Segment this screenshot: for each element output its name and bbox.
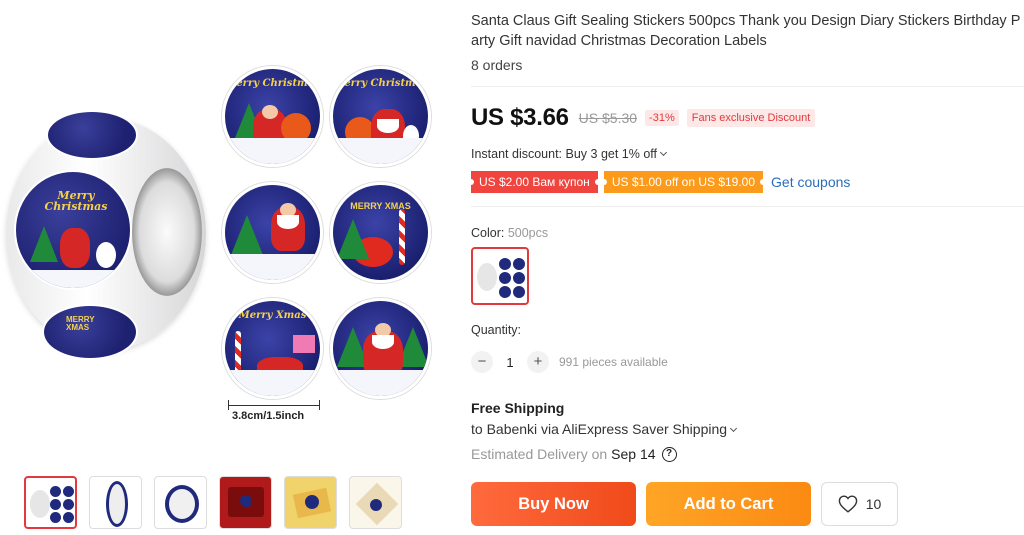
product-title: Santa Claus Gift Sealing Stickers 500pcs… xyxy=(471,13,1021,49)
color-swatch-500pcs[interactable] xyxy=(471,247,529,305)
color-value: 500pcs xyxy=(507,226,549,240)
original-price: US $5.30 xyxy=(578,110,638,126)
wishlist-count: 10 xyxy=(865,496,882,512)
instant-discount[interactable]: Instant discount: Buy 3 get 1% off xyxy=(471,147,668,161)
divider xyxy=(471,86,1024,87)
fans-discount-badge: Fans exclusive Discount xyxy=(686,109,816,127)
order-count: 8 orders xyxy=(471,57,523,73)
thumbnail-4[interactable] xyxy=(219,476,272,529)
product-page: Merry Christmas MERRY XMAS Merry Christm… xyxy=(0,0,1024,535)
price-row: US $3.66 US $5.30 -31% Fans exclusive Di… xyxy=(471,104,816,132)
divider xyxy=(471,206,1024,207)
discount-badge: -31% xyxy=(645,110,679,126)
shipping-method[interactable]: to Babenki via AliExpress Saver Shipping xyxy=(471,421,738,437)
size-label: 3.8cm/1.5inch xyxy=(232,410,305,422)
buy-now-button[interactable]: Buy Now xyxy=(471,482,636,526)
sticker-design-3 xyxy=(222,182,323,283)
thumbnail-5[interactable] xyxy=(284,476,337,529)
estimated-delivery: Estimated Delivery on Sep 14 ? xyxy=(471,446,677,462)
thumbnail-strip xyxy=(24,476,402,529)
coupon-rub[interactable]: US $2.00 Вам купон xyxy=(468,171,601,193)
sticker-design-5: Merry Xmas xyxy=(222,298,323,399)
add-to-cart-button[interactable]: Add to Cart xyxy=(646,482,811,526)
coupon-row: US $2.00 Вам купон US $1.00 off on US $1… xyxy=(468,171,850,193)
heart-icon xyxy=(838,495,857,513)
sticker-design-1: Merry Christmas xyxy=(222,66,323,167)
help-icon[interactable]: ? xyxy=(661,446,677,462)
thumbnail-6[interactable] xyxy=(349,476,402,529)
thumbnail-2[interactable] xyxy=(89,476,142,529)
roll-bottom-text: MERRY XMAS xyxy=(66,315,95,332)
quantity-plus-button[interactable]: + xyxy=(527,351,549,373)
quantity-input[interactable]: 1 xyxy=(493,355,527,370)
quantity-minus-button[interactable]: − xyxy=(471,351,493,373)
thumbnail-3[interactable] xyxy=(154,476,207,529)
wishlist-button[interactable]: 10 xyxy=(821,482,898,526)
roll-sticker-text: Merry Christmas xyxy=(44,189,108,213)
sticker-design-4: MERRY XMAS xyxy=(330,182,431,283)
chevron-down-icon xyxy=(730,424,738,433)
main-product-image[interactable]: Merry Christmas MERRY XMAS Merry Christm… xyxy=(0,0,450,462)
sticker-design-2: Merry Christmas xyxy=(330,66,431,167)
sticker-design-6 xyxy=(330,298,431,399)
current-price: US $3.66 xyxy=(471,104,569,131)
coupon-store[interactable]: US $1.00 off on US $19.00 xyxy=(600,171,767,193)
pieces-available: 991 pieces available xyxy=(559,355,668,369)
thumbnail-1[interactable] xyxy=(24,476,77,529)
instant-discount-text: Instant discount: Buy 3 get 1% off xyxy=(471,147,657,161)
delivery-date: Sep 14 xyxy=(611,446,656,462)
quantity-label: Quantity: xyxy=(471,323,522,337)
sticker-roll-image: Merry Christmas MERRY XMAS xyxy=(6,110,206,360)
shipping-title: Free Shipping xyxy=(471,400,565,416)
color-label: Color: 500pcs xyxy=(471,226,549,240)
quantity-stepper: − 1 + 991 pieces available xyxy=(471,351,668,373)
get-coupons-link[interactable]: Get coupons xyxy=(771,174,850,190)
chevron-down-icon xyxy=(659,148,668,157)
